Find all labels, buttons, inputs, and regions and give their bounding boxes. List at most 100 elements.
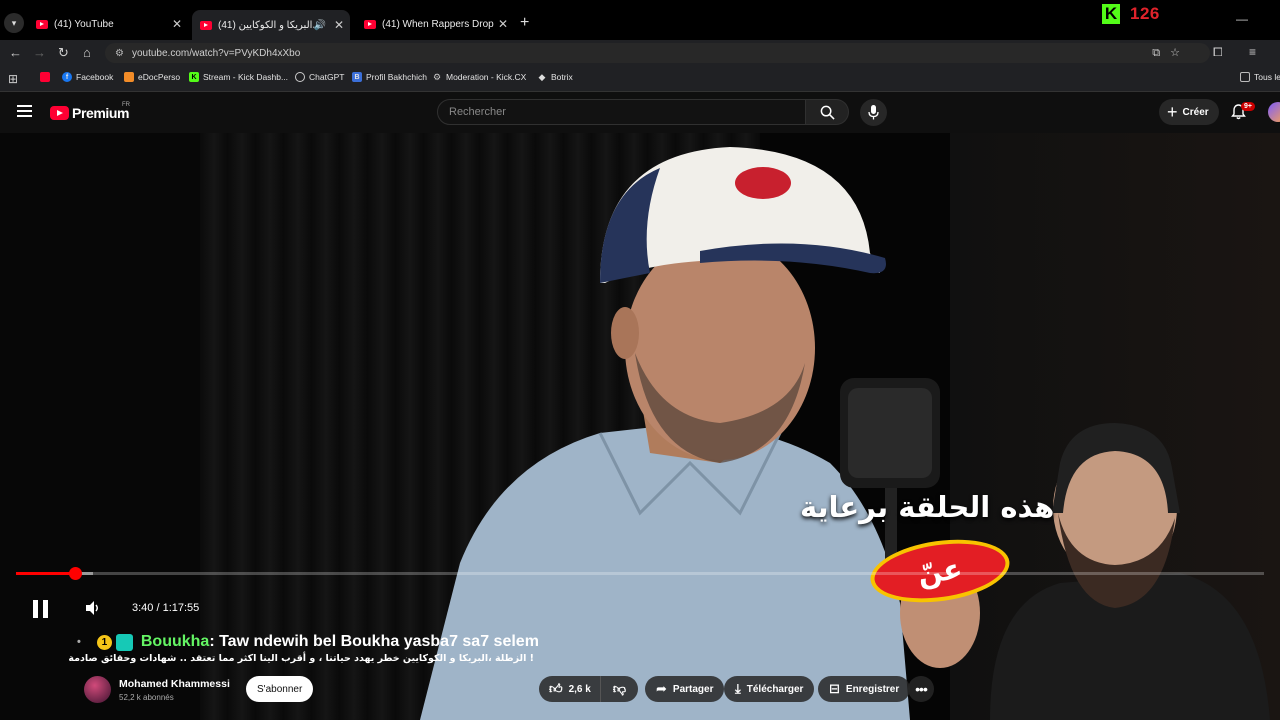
- tab-youtube-home[interactable]: (41) YouTube ✕: [28, 10, 188, 38]
- minimize-window-icon[interactable]: —: [1236, 12, 1248, 26]
- download-label: Télécharger: [746, 683, 804, 695]
- menu-hamburger-icon[interactable]: [17, 105, 32, 120]
- bookmark-label: Botrix: [551, 72, 573, 82]
- channel-avatar[interactable]: [84, 676, 111, 703]
- voice-search-button[interactable]: [860, 99, 887, 126]
- chat-username: Bouukha: [140, 633, 210, 650]
- bookmark-edocperso[interactable]: eDocPerso: [124, 72, 180, 82]
- dislike-button[interactable]: 👎︎: [601, 681, 638, 697]
- browser-toolbar: ← → ↻ ⌂ ⚙ youtube.com/watch?v=PVyKDh4xXb…: [0, 40, 1280, 66]
- install-app-icon[interactable]: ⧉: [1152, 47, 1170, 59]
- more-dots-icon: •••: [915, 681, 928, 697]
- tab-current-video[interactable]: (41) الزطلة ،البريكا و الكوكايين 🔊 ✕: [192, 10, 350, 40]
- extensions-puzzle-icon[interactable]: ⧠: [1213, 45, 1223, 60]
- tab-audio-icon[interactable]: 🔊: [314, 20, 326, 31]
- bookmark-label: ChatGPT: [309, 72, 345, 82]
- home-icon[interactable]: ⌂: [83, 45, 91, 60]
- like-button[interactable]: 👍︎ 2,6 k: [539, 676, 601, 702]
- chat-marker: •: [77, 636, 81, 648]
- folder-icon: [1240, 72, 1250, 82]
- bookmark-label: Profil Bakhchich: [366, 72, 427, 82]
- all-bookmarks-folder[interactable]: Tous le: [1240, 72, 1280, 82]
- bookmark-botrix[interactable]: ◆ Botrix: [537, 71, 573, 83]
- sponsor-overlay-text: هذه الحلقة برعاية: [800, 490, 1055, 524]
- new-tab-button[interactable]: +: [520, 14, 529, 32]
- notification-count-badge: 9+: [1241, 102, 1255, 111]
- pause-button[interactable]: [33, 600, 49, 618]
- save-label: Enregistrer: [845, 683, 900, 695]
- tab-close-icon[interactable]: ✕: [170, 17, 184, 31]
- address-bar[interactable]: ⚙ youtube.com/watch?v=PVyKDh4xXbo ⧉☆: [105, 43, 1210, 63]
- bookmark-facebook[interactable]: f Facebook: [62, 72, 113, 82]
- video-player[interactable]: هذه الحلقة برعاية عنّ 3:40 / 1:17:55 • 1…: [0, 133, 1280, 720]
- time-display: 3:40 / 1:17:55: [132, 602, 200, 614]
- tab-title: (41) الزطلة ،البريكا و الكوكايين: [218, 19, 314, 31]
- thumbs-up-icon: 👍︎: [549, 681, 563, 696]
- youtube-favicon-icon: [200, 20, 212, 30]
- tab-close-icon[interactable]: ✕: [332, 18, 346, 32]
- botrix-icon: ◆: [538, 71, 546, 82]
- bookmark-label: Moderation - Kick.CX: [446, 72, 527, 82]
- kick-viewer-count: 126: [1130, 4, 1160, 23]
- bookmark-label: Facebook: [76, 72, 114, 82]
- subscribe-button[interactable]: S'abonner: [246, 676, 314, 702]
- subscriber-count: 52,2 k abonnés: [119, 693, 174, 702]
- bookmark-kick-dashboard[interactable]: K Stream - Kick Dashb...: [189, 72, 288, 82]
- download-button[interactable]: ⤓ Télécharger: [724, 676, 815, 702]
- progress-scrubber-handle[interactable]: [68, 567, 82, 580]
- thumbs-down-icon: 👎︎: [612, 681, 627, 696]
- back-arrow-icon[interactable]: ←: [9, 45, 22, 60]
- kick-icon: K: [189, 72, 199, 82]
- profile-icon: B: [352, 72, 362, 82]
- channel-name[interactable]: Mohamed Khammessi: [119, 678, 230, 690]
- address-actions: ⧉☆: [1152, 46, 1190, 60]
- volume-icon[interactable]: [85, 600, 101, 616]
- tab-search-icon[interactable]: ▾: [4, 13, 24, 33]
- tab-close-icon[interactable]: ✕: [496, 17, 510, 31]
- sub-badge-icon: [115, 633, 133, 651]
- bookmark-youtube[interactable]: [40, 72, 54, 82]
- site-info-icon[interactable]: ⚙: [115, 48, 124, 59]
- bookmark-profil-bakhchich[interactable]: B Profil Bakhchich: [352, 72, 427, 82]
- search-button[interactable]: [806, 99, 849, 125]
- share-arrow-icon: ➦: [656, 681, 667, 696]
- more-actions-button[interactable]: •••: [908, 676, 934, 702]
- bookmarks-bar: ⊞ f Facebook eDocPerso K Stream - Kick D…: [0, 66, 1280, 92]
- account-avatar[interactable]: [1268, 102, 1280, 122]
- logo-text: Premium: [72, 105, 130, 121]
- download-icon: ⤓: [735, 681, 741, 696]
- bookmark-label: Tous le: [1254, 72, 1280, 82]
- create-button[interactable]: + Créer: [1159, 99, 1219, 125]
- forward-arrow-icon[interactable]: →: [33, 45, 46, 60]
- youtube-header: Premium FR Rechercher + Créer 9+: [0, 93, 1280, 133]
- moderation-icon: ⚙: [432, 71, 442, 82]
- bookmark-star-icon[interactable]: ☆: [1170, 47, 1190, 59]
- bookmark-label: Stream - Kick Dashb...: [203, 72, 289, 82]
- reading-list-icon[interactable]: ≡: [1249, 45, 1256, 59]
- like-count: 2,6 k: [568, 683, 591, 695]
- edocperso-icon: [124, 72, 134, 82]
- tab-rappers-video[interactable]: (41) When Rappers Drop Random ✕: [356, 10, 514, 38]
- stream-chat-overlay: • 1 Bouukha : Taw ndewih bel Boukha yasb…: [77, 633, 539, 651]
- save-button[interactable]: ⊟ Enregistrer: [818, 676, 911, 702]
- bookmark-chatgpt[interactable]: ChatGPT: [295, 72, 344, 82]
- video-title: ! الزطلة ،البريكا و الكوكايين خطر يهدد ح…: [68, 653, 534, 664]
- facebook-icon: f: [62, 72, 72, 82]
- like-dislike-group: 👍︎ 2,6 k 👎︎: [539, 676, 638, 702]
- youtube-premium-logo[interactable]: Premium FR: [50, 102, 130, 121]
- share-button[interactable]: ➦ Partager: [645, 676, 725, 702]
- region-code: FR: [122, 102, 130, 108]
- share-label: Partager: [672, 683, 714, 695]
- search-input[interactable]: Rechercher: [437, 99, 806, 125]
- pause-icon: [43, 600, 48, 618]
- bookmark-moderation[interactable]: ⚙ Moderation - Kick.CX: [432, 71, 527, 83]
- create-label: Créer: [1182, 106, 1209, 118]
- url-text: youtube.com/watch?v=PVyKDh4xXbo: [131, 47, 301, 59]
- youtube-logo-icon: [50, 106, 69, 120]
- reload-icon[interactable]: ↻: [58, 45, 69, 61]
- kick-extension-badge[interactable]: K 126: [1102, 4, 1160, 24]
- chatgpt-icon: [295, 72, 305, 82]
- apps-grid-icon[interactable]: ⊞: [8, 72, 18, 86]
- youtube-favicon-icon: [40, 72, 50, 82]
- video-progress-bar[interactable]: [16, 567, 1264, 580]
